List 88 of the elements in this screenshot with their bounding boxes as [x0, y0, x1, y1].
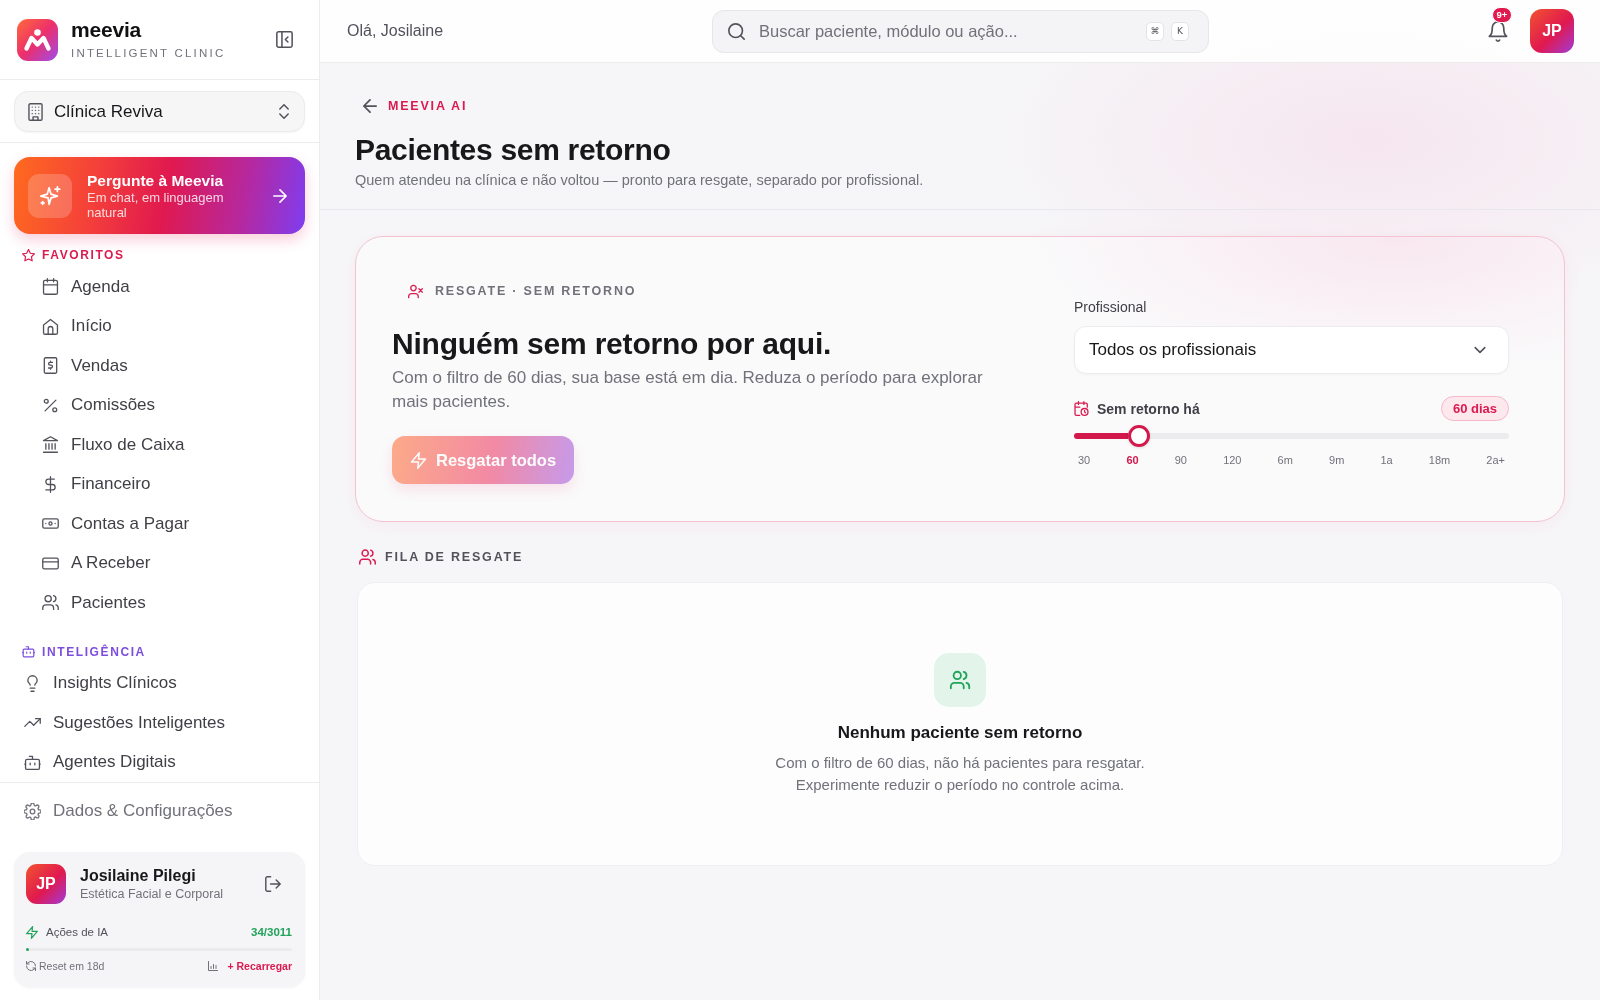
- section-heading: INTELIGÊNCIA: [42, 643, 146, 660]
- empty-state-text: Com o filtro de 60 dias, não há pacientes para resgatar. Experimente reduzir o período no controle acima.: [774, 753, 1146, 795]
- reset-label: Reset em 18d: [39, 960, 105, 972]
- dollar-receipt-icon: [42, 357, 59, 375]
- nav-item[interactable]: Financeiro: [0, 464, 319, 504]
- building-icon: [28, 102, 43, 121]
- tick-label: 60: [1126, 453, 1139, 467]
- tick-label: 18m: [1428, 453, 1451, 467]
- user-name: Josilaine Pilegi: [80, 866, 197, 885]
- brand-tagline: INTELLIGENT CLINIC: [71, 46, 226, 61]
- hero-text: Com o filtro de 60 dias, sua base está em dia. Reduza o período para explorar mais pacientes.: [392, 367, 984, 413]
- user-x-icon: [408, 283, 423, 299]
- settings-icon: [24, 802, 41, 820]
- nav-item[interactable]: Pacientes: [0, 583, 319, 623]
- breadcrumb-link[interactable]: MEEVIA AI: [388, 99, 468, 113]
- nav-item[interactable]: Agenda: [0, 267, 319, 307]
- brand-name: meevia: [71, 19, 143, 42]
- calendar-icon: [42, 278, 59, 296]
- nav-item[interactable]: A Receber: [0, 543, 319, 583]
- star-icon: [22, 248, 35, 262]
- eyebrow-label: RESGATE · SEM RETORNO: [435, 284, 637, 298]
- chevron-down-icon: [1474, 346, 1486, 354]
- nav-item[interactable]: Vendas: [0, 346, 319, 386]
- section-heading: FILA DE RESGATE: [385, 550, 524, 564]
- lightning-icon: [26, 925, 38, 939]
- robot-icon: [22, 645, 35, 658]
- user-role: Estética Facial e Corporal: [80, 887, 224, 902]
- tick-label: 6m: [1277, 453, 1293, 467]
- section-heading: FAVORITOS: [42, 247, 125, 263]
- refresh-icon: [26, 961, 36, 971]
- notification-badge: 9+: [1492, 6, 1512, 23]
- logout-icon[interactable]: [265, 876, 281, 892]
- tick-label: 2a+: [1486, 453, 1505, 467]
- shortcut-key: K: [1171, 21, 1189, 41]
- greeting: Olá, Josilaine: [347, 22, 444, 40]
- empty-state-title: Nenhum paciente sem retorno: [837, 722, 1083, 744]
- sidebar-collapse-icon[interactable]: [276, 31, 293, 49]
- user-avatar: JP: [26, 864, 66, 904]
- bar-chart-icon[interactable]: [208, 961, 219, 971]
- tick-label: 30: [1078, 453, 1091, 467]
- search-input[interactable]: Buscar paciente, módulo ou ação...: [759, 19, 1139, 43]
- users-icon: [934, 653, 986, 707]
- percent-icon: [42, 396, 59, 414]
- nav-item[interactable]: Fluxo de Caixa: [0, 425, 319, 465]
- slider-thumb[interactable]: [1128, 425, 1151, 447]
- home-icon: [42, 317, 59, 335]
- nav-item[interactable]: Sugestões Inteligentes: [0, 703, 319, 743]
- recharge-link[interactable]: + Recarregar: [227, 960, 292, 972]
- period-label: Sem retorno há: [1097, 400, 1200, 417]
- tick-label: 1a: [1380, 453, 1393, 467]
- page-title: Pacientes sem retorno: [355, 132, 672, 168]
- logo-icon: [17, 18, 58, 61]
- nav-item[interactable]: Contas a Pagar: [0, 504, 319, 544]
- credit-card-icon: [42, 554, 59, 572]
- page-subtitle: Quem atendeu na clínica e não voltou — pronto para resgate, separado por profissional.: [355, 171, 925, 189]
- search-field[interactable]: Buscar paciente, módulo ou ação... ⌘ K: [712, 9, 1209, 53]
- user-avatar[interactable]: JP: [1530, 9, 1574, 53]
- tick-label: 9m: [1329, 453, 1345, 467]
- dollar-icon: [42, 475, 59, 493]
- bell-icon[interactable]: [1488, 20, 1508, 42]
- professional-label: Profissional: [1074, 298, 1147, 316]
- back-arrow-icon[interactable]: [363, 99, 377, 113]
- calendar-clock-icon: [1074, 401, 1089, 416]
- nav-item[interactable]: Início: [0, 306, 319, 346]
- period-badge: 60 dias: [1440, 396, 1509, 421]
- chevrons-up-down-icon: [279, 104, 289, 120]
- lightbulb-icon: [24, 674, 41, 692]
- nav-item[interactable]: Dados & Configurações: [0, 791, 319, 831]
- arrow-right-icon: [273, 188, 287, 203]
- hero-heading: Ninguém sem retorno por aqui.: [392, 326, 832, 362]
- nav-item[interactable]: Agentes Digitais: [0, 742, 319, 782]
- bank-icon: [42, 436, 59, 454]
- nav-item[interactable]: Insights Clínicos: [0, 663, 319, 703]
- users-icon: [42, 594, 59, 612]
- nav-item[interactable]: Comissões: [0, 385, 319, 425]
- shortcut-key: ⌘: [1146, 21, 1164, 41]
- sparkle-icon: [28, 173, 72, 218]
- users-icon: [359, 549, 376, 565]
- clinic-selector[interactable]: Clínica Reviva: [14, 91, 305, 133]
- tick-label: 90: [1174, 453, 1187, 467]
- search-icon: [728, 22, 745, 40]
- usage-label: Ações de IA: [46, 926, 108, 938]
- ask-meevia-button[interactable]: Pergunte à Meevia Em chat, em linguagem natural: [14, 157, 305, 234]
- lightning-icon: [410, 451, 427, 469]
- professional-select[interactable]: Todos os profissionais: [1074, 326, 1509, 374]
- usage-count: 34/3011: [251, 926, 292, 938]
- tick-label: 120: [1223, 453, 1242, 467]
- robot-icon: [24, 753, 41, 771]
